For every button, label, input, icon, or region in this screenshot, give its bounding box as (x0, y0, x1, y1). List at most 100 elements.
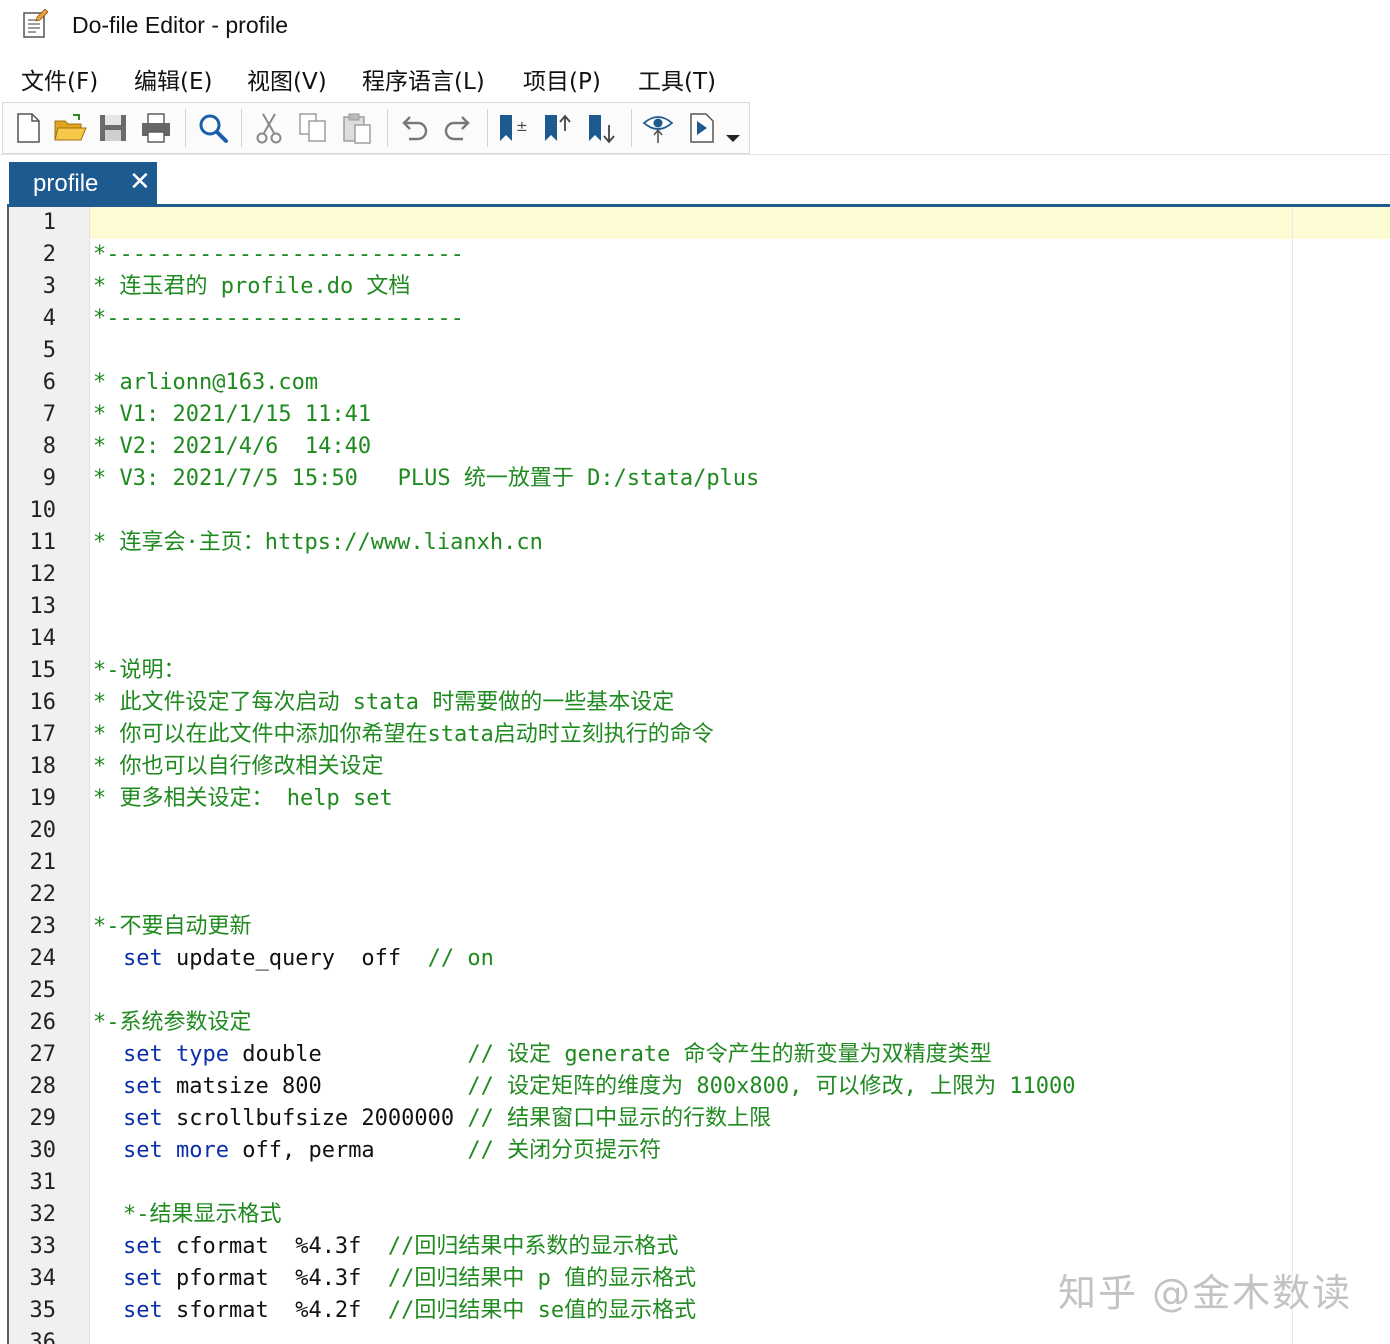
code-line-comment: * V3: 2021/7/5 15:50 PLUS 统一放置于 D:/stata… (93, 466, 760, 491)
command-keyword: set (123, 1074, 163, 1099)
setting-keyword: type (162, 1042, 229, 1067)
cut-icon[interactable] (252, 111, 286, 145)
toolbar-separator (185, 109, 186, 147)
code-line-comment: *-说明： (93, 658, 186, 683)
command-arguments: cformat %4.3f (162, 1234, 388, 1259)
copy-icon[interactable] (296, 111, 330, 145)
print-icon[interactable] (139, 111, 173, 145)
command-keyword: set (123, 1138, 163, 1163)
line-number: 8 (42, 434, 56, 459)
setting-keyword: more (162, 1138, 229, 1163)
code-line-set-type: set type double // 设定 generate 命令产生的新变量为… (123, 1039, 992, 1071)
code-line-comment: * 连玉君的 profile.do 文档 (93, 274, 411, 299)
inline-comment: // 结果窗口中显示的行数上限 (467, 1106, 772, 1131)
line-number: 26 (29, 1010, 57, 1035)
line-number: 17 (29, 722, 57, 747)
paste-icon[interactable] (340, 111, 374, 145)
inline-comment: // 设定 generate 命令产生的新变量为双精度类型 (467, 1042, 992, 1067)
line-number: 23 (29, 914, 57, 939)
next-bookmark-icon[interactable] (585, 111, 619, 145)
code-line-set-sformat: set sformat %4.2f //回归结果中 se值的显示格式 (123, 1295, 696, 1327)
tab-profile[interactable]: profile ✕ (9, 162, 157, 204)
code-line-comment: * 此文件设定了每次启动 stata 时需要做的一些基本设定 (93, 690, 675, 715)
line-number: 10 (29, 498, 57, 523)
line-number: 33 (29, 1234, 57, 1259)
command-arguments: scrollbufsize 2000000 (162, 1106, 468, 1131)
open-folder-icon[interactable] (53, 111, 87, 145)
inline-comment: // on (427, 946, 494, 971)
line-number: 34 (29, 1266, 57, 1291)
toggle-bookmark-icon[interactable]: ± (496, 111, 530, 145)
line-number: 7 (42, 402, 56, 427)
menu-edit[interactable]: 编辑(E) (134, 62, 212, 96)
line-number: 1 (42, 210, 56, 235)
inline-comment: //回归结果中 p 值的显示格式 (387, 1266, 697, 1291)
execute-do-icon[interactable] (686, 111, 720, 145)
command-arguments: sformat %4.2f (162, 1298, 388, 1323)
line-number: 20 (29, 818, 57, 843)
tab-label: profile (33, 170, 99, 197)
menu-language[interactable]: 程序语言(L) (362, 62, 485, 96)
current-line-highlight (90, 207, 1390, 239)
do-file-editor-icon (23, 9, 48, 38)
line-number: 4 (42, 306, 56, 331)
line-number: 12 (29, 562, 57, 587)
code-line-set-more: set more off, perma // 关闭分页提示符 (123, 1135, 661, 1167)
code-line-comment: * arlionn@163.com (93, 370, 319, 395)
show-file-in-viewer-icon[interactable] (641, 111, 675, 145)
menu-tools[interactable]: 工具(T) (638, 62, 716, 96)
inline-comment: //回归结果中系数的显示格式 (387, 1234, 679, 1259)
inline-comment: // 关闭分页提示符 (467, 1138, 662, 1163)
command-arguments: off, perma (228, 1138, 468, 1163)
line-number: 29 (29, 1106, 57, 1131)
save-icon[interactable] (96, 111, 130, 145)
find-icon[interactable] (196, 111, 230, 145)
command-keyword: set (123, 1298, 163, 1323)
code-line-set-scrollbufsize: set scrollbufsize 2000000 // 结果窗口中显示的行数上… (123, 1103, 771, 1135)
edge-column-rule (1292, 207, 1293, 1344)
line-number: 16 (29, 690, 57, 715)
line-number: 22 (29, 882, 57, 907)
line-number: 6 (42, 370, 56, 395)
line-number: 30 (29, 1138, 57, 1163)
line-number: 15 (29, 658, 57, 683)
toolbar-separator (631, 109, 632, 147)
code-line-comment: * 更多相关设定： help set (93, 786, 393, 811)
inline-comment: //回归结果中 se值的显示格式 (387, 1298, 697, 1323)
code-line-comment: * V2: 2021/4/6 14:40 (93, 434, 372, 459)
svg-text:±: ± (516, 119, 528, 135)
dropdown-arrow-icon[interactable] (721, 111, 745, 145)
menu-bar: 文件(F) 编辑(E) 视图(V) 程序语言(L) 项目(P) 工具(T) (0, 52, 1390, 102)
line-number: 25 (29, 978, 57, 1003)
command-keyword: set (123, 946, 163, 971)
line-number: 36 (29, 1330, 57, 1344)
new-file-icon[interactable] (11, 111, 45, 145)
redo-icon[interactable] (441, 111, 475, 145)
line-number: 14 (29, 626, 57, 651)
line-number: 27 (29, 1042, 57, 1067)
toolbar-separator (387, 109, 388, 147)
undo-icon[interactable] (397, 111, 431, 145)
code-line-comment: * 你可以在此文件中添加你希望在stata启动时立刻执行的命令 (93, 722, 714, 747)
menu-view[interactable]: 视图(V) (247, 62, 327, 96)
command-keyword: set (123, 1106, 163, 1131)
menu-file[interactable]: 文件(F) (21, 62, 98, 96)
code-line-comment: * 你也可以自行修改相关设定 (93, 754, 384, 779)
line-number: 18 (29, 754, 57, 779)
line-number: 28 (29, 1074, 57, 1099)
close-icon[interactable]: ✕ (129, 168, 151, 196)
code-line-comment: *-系统参数设定 (93, 1010, 252, 1035)
code-editor[interactable]: 1 2 3 4 5 6 7 8 9 10 11 12 13 14 15 16 1… (7, 207, 1390, 1344)
previous-bookmark-icon[interactable] (541, 111, 575, 145)
line-number: 35 (29, 1298, 57, 1323)
watermark: 知乎 @金木数读 (1058, 1271, 1353, 1315)
line-number: 2 (42, 242, 56, 267)
toolbar-separator (487, 109, 488, 147)
line-number: 9 (42, 466, 56, 491)
code-line-comment: *-结果显示格式 (123, 1202, 282, 1227)
toolbar: ± (2, 102, 750, 154)
command-keyword: set (123, 1234, 163, 1259)
inline-comment: // 设定矩阵的维度为 800x800, 可以修改, 上限为 11000 (467, 1074, 1076, 1099)
menu-project[interactable]: 项目(P) (523, 62, 601, 96)
command-keyword: set (123, 1266, 163, 1291)
